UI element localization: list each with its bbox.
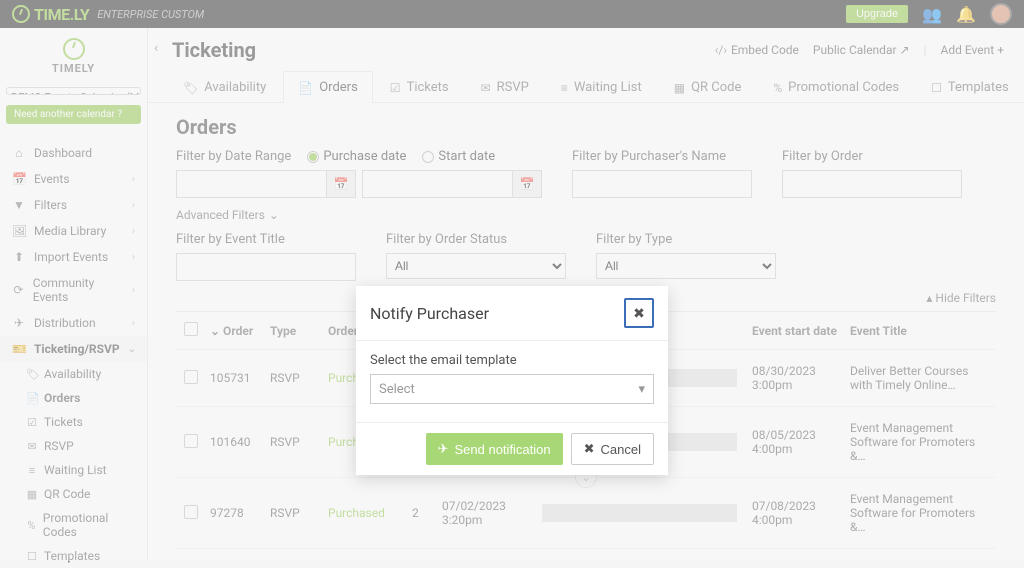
modal-body: Select the email template Select ▾ [356,341,668,422]
modal-title: Notify Purchaser [370,304,489,323]
modal-header: Notify Purchaser ✖ [356,286,668,341]
modal-overlay: Notify Purchaser ✖ Select the email temp… [0,0,1024,561]
close-icon: ✖ [633,305,645,322]
chevron-down-icon: ▾ [638,382,645,397]
close-icon: ✖ [584,441,595,457]
modal-label: Select the email template [370,353,654,368]
notify-purchaser-modal: Notify Purchaser ✖ Select the email temp… [356,286,668,475]
cancel-label: Cancel [601,442,641,457]
modal-footer: ✈ Send notification ✖ Cancel [356,422,668,475]
select-placeholder: Select [379,382,415,397]
send-icon: ✈ [438,441,449,457]
email-template-select[interactable]: Select ▾ [370,374,654,404]
send-label: Send notification [455,442,551,457]
cancel-button[interactable]: ✖ Cancel [571,433,654,465]
send-notification-button[interactable]: ✈ Send notification [426,433,563,465]
modal-close-button[interactable]: ✖ [624,298,654,328]
